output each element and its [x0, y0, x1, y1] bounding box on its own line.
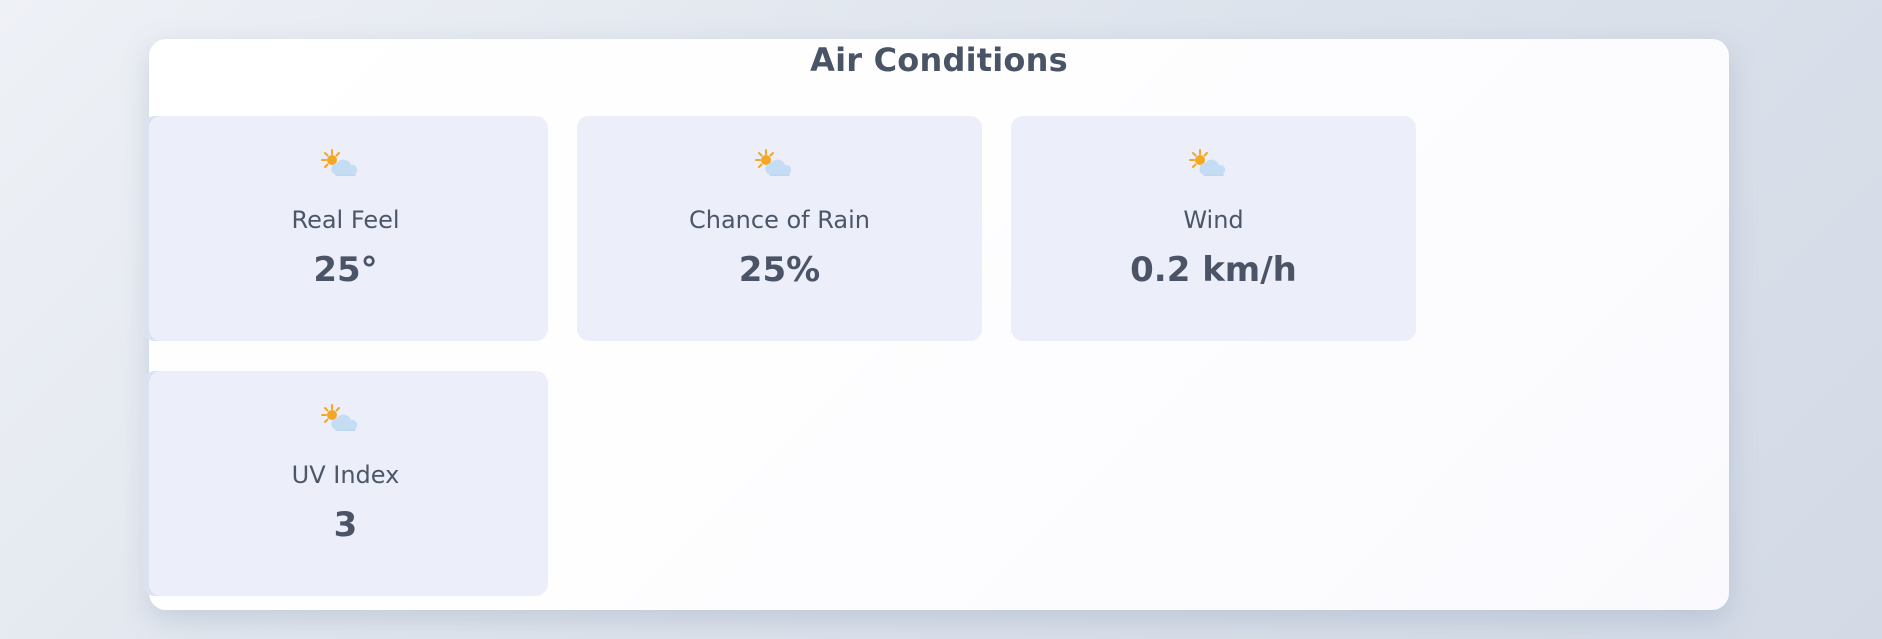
card-value: 3 — [333, 505, 358, 545]
chance-of-rain-card: Chance of Rain 25% — [577, 116, 982, 341]
card-value: 25% — [738, 250, 821, 290]
partly-cloudy-icon — [321, 404, 358, 431]
air-conditions-panel: Air Conditions Real Feel 25° Chance of R… — [143, 39, 1729, 610]
card-value: 0.2 km/h — [1130, 250, 1297, 290]
card-label: Real Feel — [291, 206, 400, 234]
wind-card: Wind 0.2 km/h — [1011, 116, 1416, 341]
card-label: UV Index — [291, 461, 400, 489]
card-label: Wind — [1183, 206, 1244, 234]
card-label: Chance of Rain — [689, 206, 870, 234]
partly-cloudy-icon — [1189, 149, 1226, 176]
card-value: 25° — [313, 250, 378, 290]
uv-index-card: UV Index 3 — [143, 371, 548, 596]
real-feel-card: Real Feel 25° — [143, 116, 548, 341]
partly-cloudy-icon — [321, 149, 358, 176]
partly-cloudy-icon — [755, 149, 792, 176]
section-title: Air Conditions — [810, 41, 1068, 79]
